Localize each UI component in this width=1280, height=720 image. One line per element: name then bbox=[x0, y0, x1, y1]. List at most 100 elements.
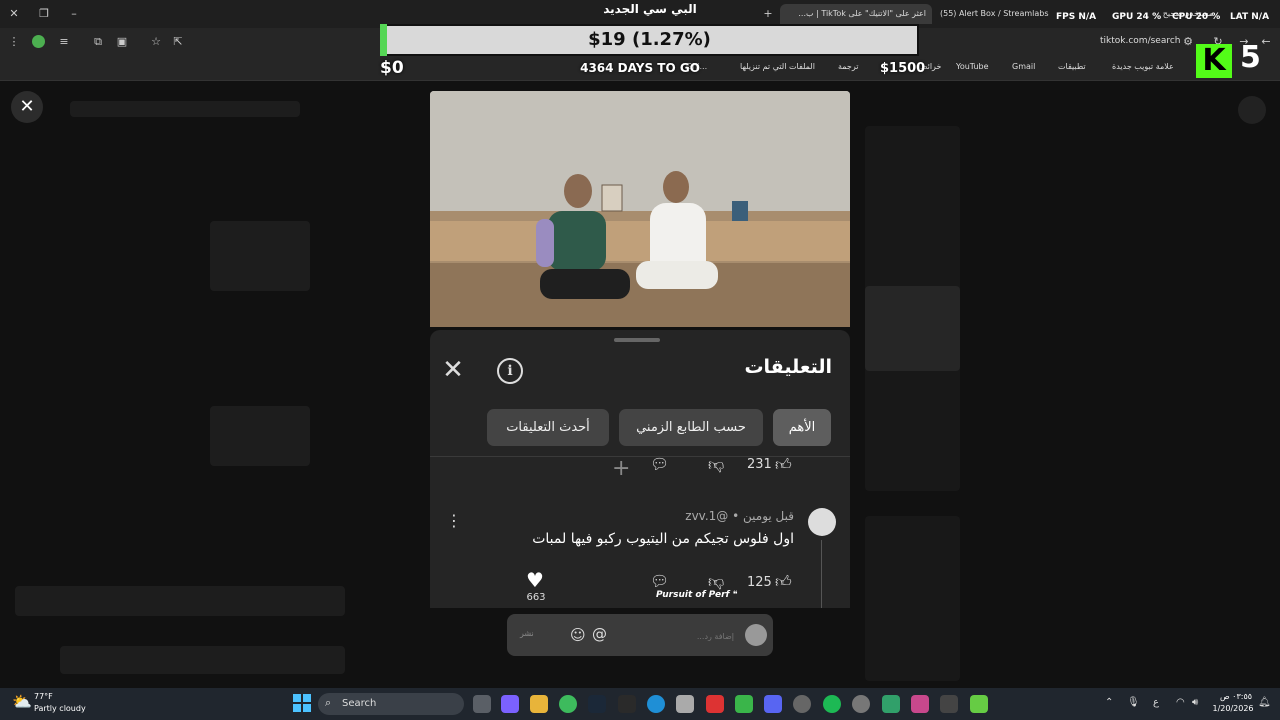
comment-meta: قبل يومين • @zvv.1 bbox=[685, 509, 794, 523]
reply-icon[interactable]: 💬︎ bbox=[650, 572, 669, 590]
clock-date[interactable]: 1/20/2026 bbox=[1208, 704, 1258, 713]
edge-icon[interactable] bbox=[647, 695, 665, 713]
kick-number: 5 bbox=[1240, 40, 1261, 75]
notification-icon[interactable]: 🔔︎ bbox=[1258, 697, 1271, 708]
wifi-icon[interactable]: ◠ bbox=[1176, 697, 1185, 708]
sort-timestamp-button[interactable]: حسب الطابع الزمني bbox=[619, 409, 763, 446]
app-icon[interactable] bbox=[940, 695, 958, 713]
blurred-thumbnail bbox=[865, 286, 960, 371]
cpu-stat: CPU 20 % bbox=[1172, 12, 1221, 22]
app-icon[interactable] bbox=[793, 695, 811, 713]
minimize-window-icon[interactable]: – bbox=[66, 6, 82, 22]
weather-icon[interactable]: ⛅ bbox=[12, 692, 32, 711]
weather-temp[interactable]: 77°F bbox=[34, 692, 53, 701]
info-icon[interactable]: i bbox=[497, 358, 523, 384]
app-icon[interactable] bbox=[882, 695, 900, 713]
copilot-icon[interactable] bbox=[501, 695, 519, 713]
blurred-thumbnail bbox=[210, 406, 310, 466]
chrome-icon[interactable] bbox=[559, 695, 577, 713]
blurred-row bbox=[60, 646, 345, 674]
video-like-count: 663 bbox=[526, 592, 546, 603]
share-icon[interactable]: ⇱ bbox=[170, 34, 186, 50]
gpu-stat: GPU 24 % bbox=[1112, 12, 1162, 22]
thumbs-down-icon[interactable]: 👎︎ bbox=[708, 455, 724, 475]
stream-title: البي سي الجديد bbox=[603, 2, 697, 16]
app-icon[interactable] bbox=[911, 695, 929, 713]
avatar[interactable] bbox=[808, 508, 836, 536]
epic-games-icon[interactable] bbox=[618, 695, 636, 713]
tab-streamlabs[interactable]: (55) Alert Box / Streamlabs bbox=[940, 4, 1055, 24]
close-video-button[interactable]: ✕ bbox=[11, 91, 43, 123]
bookmark-star-icon[interactable]: ☆ bbox=[148, 34, 164, 50]
thumbs-up-icon[interactable]: 👍︎ bbox=[775, 572, 792, 592]
bookmark-translate[interactable]: ترجمة bbox=[838, 60, 859, 74]
blurred-header bbox=[70, 101, 300, 117]
emoji-icon[interactable]: ☺ bbox=[570, 626, 586, 644]
sort-top-button[interactable]: الأهم bbox=[773, 409, 831, 446]
comment-text: اول فلوس تجيكم من اليتيوب ركبو فيها لمبا… bbox=[532, 531, 794, 547]
taskbar-search-label: Search bbox=[342, 698, 377, 709]
thread-line bbox=[821, 540, 822, 608]
new-tab-icon[interactable]: + bbox=[760, 6, 776, 22]
playlist-icon[interactable]: ≡ bbox=[56, 34, 72, 50]
sort-newest-button[interactable]: أحدث التعليقات bbox=[487, 409, 609, 446]
spotify-icon[interactable] bbox=[823, 695, 841, 713]
reply-icon[interactable]: 💬︎ bbox=[650, 455, 669, 473]
menu-icon[interactable]: ⋮ bbox=[6, 34, 22, 50]
store-icon[interactable] bbox=[676, 695, 694, 713]
blurred-button bbox=[1238, 96, 1266, 124]
clock-time[interactable]: ٠٣:٥٥ ص bbox=[1214, 692, 1258, 701]
microphone-icon[interactable]: 🎙︎ bbox=[1127, 697, 1140, 708]
restore-window-icon[interactable]: ❐ bbox=[36, 6, 52, 22]
drag-handle[interactable] bbox=[614, 338, 660, 342]
add-icon[interactable]: + bbox=[612, 456, 630, 481]
watermark: Pursuit of Perf ❝ bbox=[656, 590, 738, 600]
prev-comment-like-count: 231 bbox=[747, 457, 772, 472]
site-settings-icon[interactable]: ⚙ bbox=[1180, 34, 1196, 50]
tray-chevron-icon[interactable]: ⌃ bbox=[1105, 697, 1113, 708]
blurred-row bbox=[15, 586, 345, 616]
xbox-icon[interactable] bbox=[735, 695, 753, 713]
bookmark-apps[interactable]: تطبيقات bbox=[1058, 60, 1086, 74]
app-icon[interactable] bbox=[852, 695, 870, 713]
extension-icon[interactable]: ▣ bbox=[114, 34, 130, 50]
close-comments-icon[interactable]: ✕ bbox=[440, 357, 466, 383]
discord-icon[interactable] bbox=[764, 695, 782, 713]
weather-desc[interactable]: Partly cloudy bbox=[34, 704, 86, 713]
extensions-icon[interactable]: ⧉ bbox=[90, 34, 106, 50]
file-explorer-icon[interactable] bbox=[530, 695, 548, 713]
reply-input[interactable] bbox=[600, 620, 736, 652]
bookmark-new-tab[interactable]: علامة تبويب جديدة bbox=[1112, 60, 1174, 74]
more-options-icon[interactable]: ⋮ bbox=[446, 512, 462, 530]
kick-logo-icon: K bbox=[1196, 44, 1232, 78]
address-bar[interactable]: tiktok.com/search bbox=[1100, 36, 1181, 46]
mention-icon[interactable]: @ bbox=[592, 625, 607, 643]
comment-user[interactable]: @zvv.1 bbox=[685, 509, 728, 523]
taskbar-search[interactable] bbox=[318, 693, 464, 715]
heart-icon[interactable]: ♥ bbox=[526, 568, 544, 592]
tab-tiktok[interactable]: اعثر على "الاتنيك" على TikTok | ب... bbox=[780, 4, 932, 24]
bookmark-youtube[interactable]: YouTube bbox=[956, 60, 989, 74]
steam-icon[interactable] bbox=[588, 695, 606, 713]
comments-title: التعليقات bbox=[744, 356, 832, 378]
fps-stat: FPS N/A bbox=[1056, 12, 1097, 22]
donation-goal-days: 4364 DAYS TO GO bbox=[580, 61, 700, 75]
profile-icon[interactable] bbox=[32, 35, 45, 48]
post-button[interactable]: نشر bbox=[520, 629, 534, 638]
start-icon[interactable] bbox=[293, 694, 311, 712]
bookmark-gmail[interactable]: Gmail bbox=[1012, 60, 1035, 74]
thumbs-up-icon[interactable]: 👍︎ bbox=[775, 455, 792, 475]
thumbs-down-icon[interactable]: 👎︎ bbox=[708, 572, 724, 592]
task-view-icon[interactable] bbox=[473, 695, 491, 713]
comment-time: قبل يومين bbox=[743, 509, 794, 523]
language-indicator[interactable]: ع bbox=[1153, 697, 1159, 708]
bookmark-downloads[interactable]: الملفات التي تم تنزيلها bbox=[740, 60, 815, 74]
lat-stat: LAT N/A bbox=[1230, 12, 1270, 22]
video-player[interactable] bbox=[430, 91, 850, 327]
app-l-icon[interactable] bbox=[706, 695, 724, 713]
video-frame-image bbox=[430, 91, 850, 327]
search-icon: ⌕ bbox=[325, 696, 332, 709]
volume-icon[interactable]: 🔊︎ bbox=[1192, 697, 1198, 708]
close-window-icon[interactable]: ✕ bbox=[6, 6, 22, 22]
app-icon[interactable] bbox=[970, 695, 988, 713]
